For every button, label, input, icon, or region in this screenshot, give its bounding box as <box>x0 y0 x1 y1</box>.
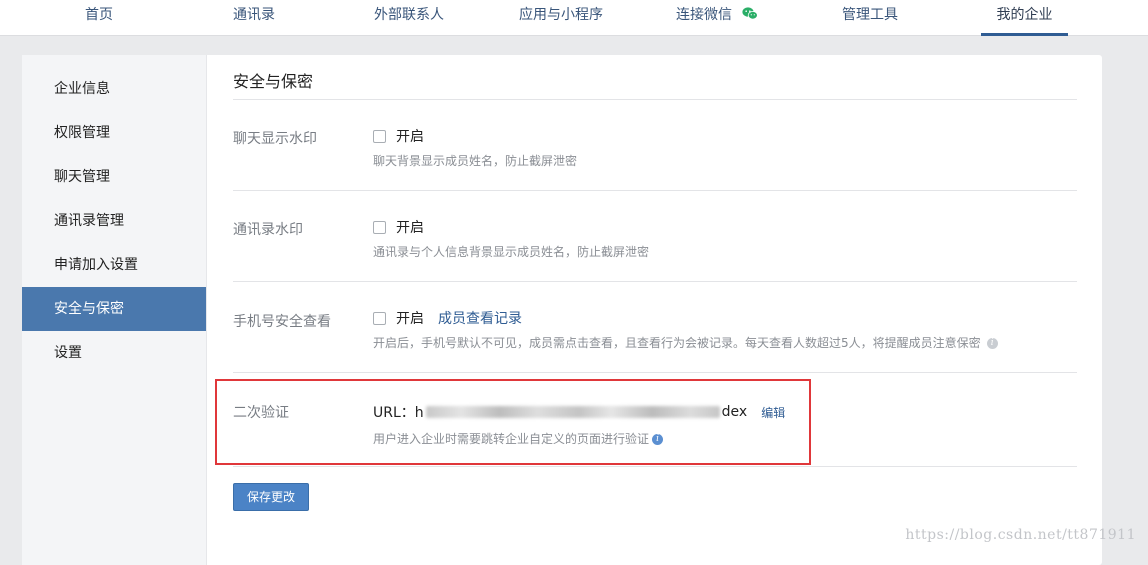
phone-secure-view-label: 手机号安全查看 <box>233 314 331 330</box>
nav-my-enterprise[interactable]: 我的企业 <box>981 0 1068 36</box>
nav-connect-wechat[interactable]: 连接微信 <box>666 0 766 33</box>
divider <box>233 99 1077 100</box>
top-navigation: 首页 通讯录 外部联系人 应用与小程序 连接微信 管理工具 我的企业 <box>0 0 1148 36</box>
sidebar-item-enterprise-info[interactable]: 企业信息 <box>22 67 206 111</box>
phone-secure-view-desc: 开启后，手机号默认不可见，成员需点击查看，且查看行为会被记录。每天查看人数超过5… <box>373 334 998 351</box>
sidebar-item-settings[interactable]: 设置 <box>22 331 206 375</box>
phone-secure-view-option: 开启 成员查看记录 <box>373 308 522 328</box>
phone-secure-view-checkbox[interactable] <box>373 311 386 325</box>
phone-secure-view-checkbox-label[interactable]: 开启 <box>396 308 424 328</box>
chat-watermark-checkbox[interactable] <box>373 129 386 143</box>
info-icon[interactable]: i <box>986 338 998 349</box>
divider <box>233 466 1077 467</box>
wechat-icon <box>742 7 759 20</box>
nav-connect-wechat-label: 连接微信 <box>676 7 732 23</box>
contacts-watermark-checkbox[interactable] <box>373 220 386 234</box>
divider <box>233 190 1077 191</box>
chat-watermark-label: 聊天显示水印 <box>233 131 317 147</box>
nav-management-tools[interactable]: 管理工具 <box>828 0 912 33</box>
highlight-annotation-box <box>215 379 811 465</box>
divider <box>233 372 1077 373</box>
contacts-watermark-label: 通讯录水印 <box>233 222 303 238</box>
sidebar-item-security[interactable]: 安全与保密 <box>22 287 206 331</box>
chat-watermark-desc: 聊天背景显示成员姓名，防止截屏泄密 <box>373 154 578 168</box>
nav-contacts[interactable]: 通讯录 <box>212 0 296 33</box>
contacts-watermark-checkbox-label[interactable]: 开启 <box>396 217 424 237</box>
nav-apps[interactable]: 应用与小程序 <box>508 0 614 33</box>
sidebar: 企业信息 权限管理 聊天管理 通讯录管理 申请加入设置 安全与保密 设置 <box>22 55 207 565</box>
nav-home[interactable]: 首页 <box>66 0 132 33</box>
sidebar-item-chat-management[interactable]: 聊天管理 <box>22 155 206 199</box>
sidebar-item-contacts-management[interactable]: 通讯录管理 <box>22 199 206 243</box>
nav-external-contacts[interactable]: 外部联系人 <box>362 0 456 33</box>
page-title: 安全与保密 <box>233 72 314 91</box>
phone-secure-view-desc-text: 开启后，手机号默认不可见，成员需点击查看，且查看行为会被记录。每天查看人数超过5… <box>373 336 981 350</box>
sidebar-item-permissions[interactable]: 权限管理 <box>22 111 206 155</box>
contacts-watermark-desc: 通讯录与个人信息背景显示成员姓名，防止截屏泄密 <box>373 245 650 259</box>
member-view-records-link[interactable]: 成员查看记录 <box>438 308 522 328</box>
chat-watermark-option: 开启 <box>373 126 424 146</box>
save-changes-button[interactable]: 保存更改 <box>233 483 309 511</box>
blog-watermark: https://blog.csdn.net/tt871911 <box>905 527 1136 543</box>
divider <box>233 281 1077 282</box>
main-card: 企业信息 权限管理 聊天管理 通讯录管理 申请加入设置 安全与保密 设置 安全与… <box>22 55 1102 565</box>
contacts-watermark-option: 开启 <box>373 217 424 237</box>
sidebar-item-join-settings[interactable]: 申请加入设置 <box>22 243 206 287</box>
chat-watermark-checkbox-label[interactable]: 开启 <box>396 126 424 146</box>
